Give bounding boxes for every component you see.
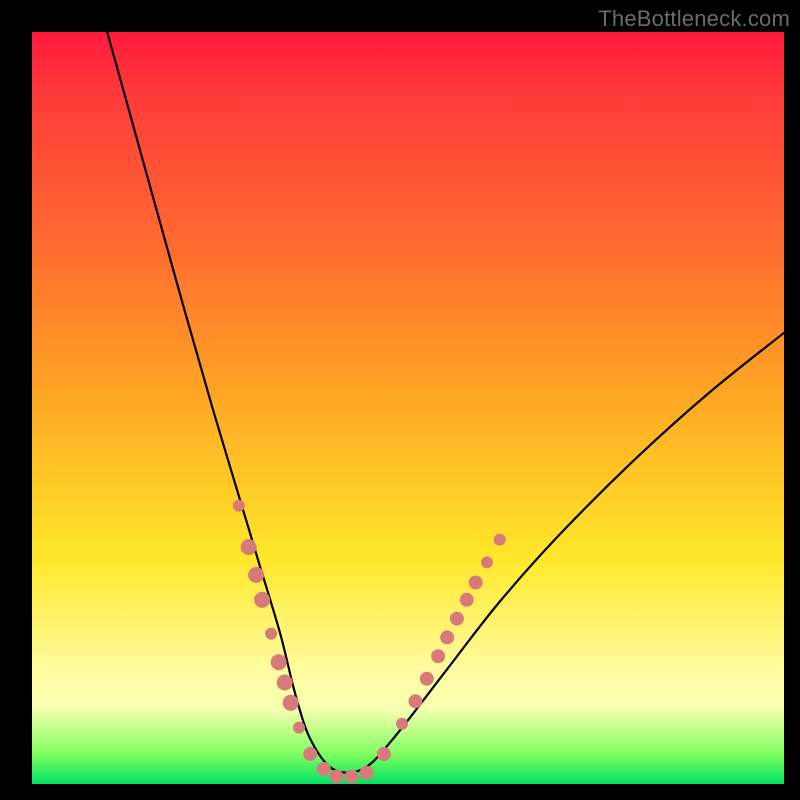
marker-dot [469,576,483,590]
marker-dot [283,695,299,711]
marker-dot [360,766,374,780]
marker-dot [293,722,305,734]
marker-dot [481,556,493,568]
marker-dot [303,747,317,761]
marker-dot [409,694,423,708]
plot-area [32,32,784,784]
marker-dot [345,770,359,784]
marker-dot [420,672,434,686]
marker-dot [254,592,270,608]
marker-dot [440,630,454,644]
marker-dot [248,567,264,583]
watermark-text: TheBottleneck.com [598,6,790,32]
marker-dot [277,675,293,691]
bottleneck-curve [107,32,784,773]
marker-dot [233,500,245,512]
marker-dot [431,649,445,663]
marker-dot [450,612,464,626]
marker-dot [494,534,506,546]
marker-dot [265,628,277,640]
marker-dot [271,654,287,670]
marker-dot [460,593,474,607]
marker-dot [317,762,331,776]
curve-svg [32,32,784,784]
marker-dot [377,747,391,761]
marker-layer [233,500,506,784]
marker-dot [241,539,257,555]
marker-dot [330,770,344,784]
marker-dot [396,718,408,730]
chart-frame: TheBottleneck.com [0,0,800,800]
